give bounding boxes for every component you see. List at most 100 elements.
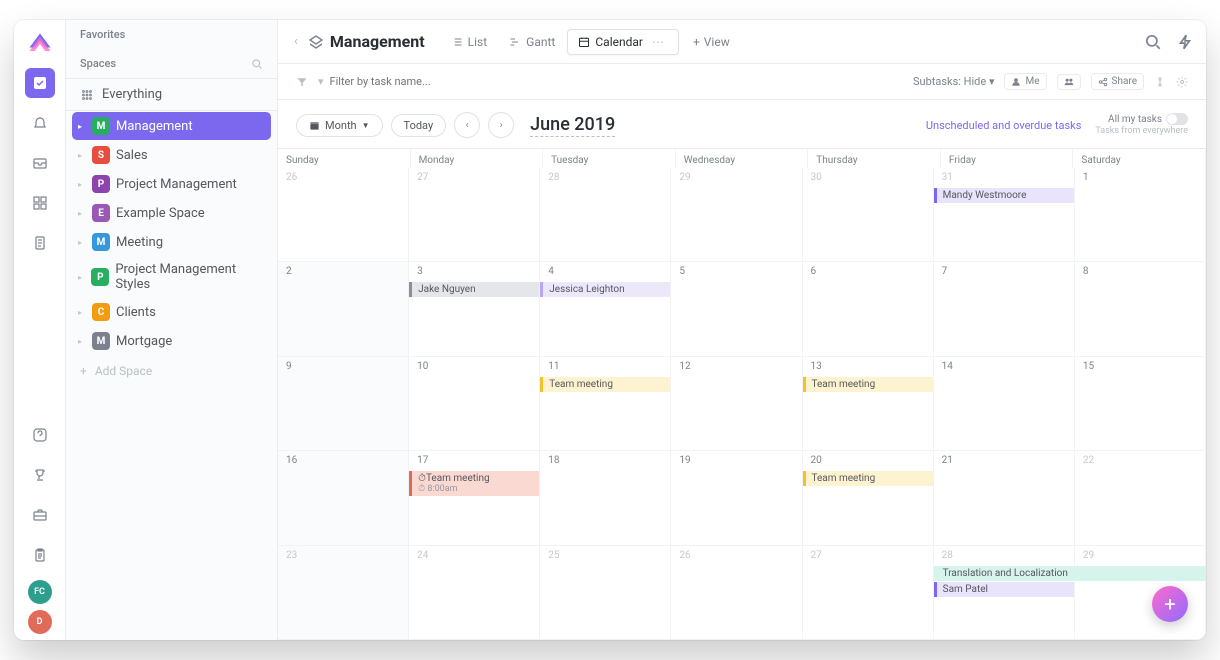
date-number: 3 [409, 266, 539, 281]
assignee-filter[interactable] [1057, 74, 1081, 90]
sidebar-item-mortgage[interactable]: ▸ M Mortgage [72, 327, 271, 355]
calendar-cell[interactable]: 20Team meeting [803, 451, 934, 545]
rail-apps-button[interactable] [25, 188, 55, 218]
calendar-cell[interactable]: 27 [803, 546, 934, 640]
more-options[interactable] [1154, 76, 1166, 88]
rail-clipboard-button[interactable] [25, 540, 55, 570]
calendar-cell[interactable]: 28 [540, 168, 671, 262]
rail-trophy-button[interactable] [25, 460, 55, 490]
rail-inbox-button[interactable] [25, 148, 55, 178]
calendar-cell[interactable]: 19 [671, 451, 802, 545]
calendar-cell[interactable]: 11Team meeting [540, 357, 671, 451]
calendar-event[interactable]: Sam Patel [934, 582, 1074, 597]
calendar-title[interactable]: June 2019 [530, 114, 615, 137]
date-number: 19 [671, 455, 801, 470]
calendar-cell[interactable]: 23 [278, 546, 409, 640]
tab-list[interactable]: List [441, 29, 498, 55]
calendar-cell[interactable]: 26 [278, 168, 409, 262]
tab-menu[interactable]: ⋯ [648, 35, 668, 49]
calendar-cell[interactable]: 26 [671, 546, 802, 640]
calendar-event[interactable]: Team meeting [540, 377, 670, 392]
tab-gantt[interactable]: Gantt [499, 29, 565, 55]
calendar-cell[interactable]: 14 [934, 357, 1075, 451]
next-button[interactable]: › [488, 112, 514, 138]
calendar-cell[interactable]: 18 [540, 451, 671, 545]
collapse-sidebar-button[interactable]: ‹ [290, 30, 302, 53]
subtasks-filter[interactable]: Subtasks: Hide ▾ [913, 75, 995, 88]
rail-toolbox-button[interactable] [25, 500, 55, 530]
gear-icon[interactable] [1176, 76, 1188, 88]
favorites-header[interactable]: Favorites [66, 20, 277, 49]
calendar-cell[interactable]: 16 [278, 451, 409, 545]
calendar-cell[interactable]: 5 [671, 262, 802, 356]
user-avatar[interactable]: D [28, 610, 52, 634]
calendar-event[interactable]: Jake Nguyen [409, 282, 539, 297]
sidebar-item-sales[interactable]: ▸ S Sales [72, 141, 271, 169]
calendar-cell[interactable]: 15 [1075, 357, 1206, 451]
search-icon[interactable] [251, 58, 263, 70]
date-number: 24 [409, 550, 539, 565]
calendar-cell[interactable]: 22 [1075, 451, 1206, 545]
calendar-cell[interactable]: 28Translation and LocalizationSam Patel [934, 546, 1075, 640]
all-my-tasks-toggle[interactable]: All my tasks Tasks from everywhere [1095, 113, 1188, 138]
range-selector[interactable]: Month ▼ [296, 114, 383, 137]
calendar-cell[interactable]: 31Mandy Westmoore [934, 168, 1075, 262]
calendar-event[interactable]: Mandy Westmoore [934, 188, 1074, 203]
calendar-event[interactable]: Team meeting [803, 377, 933, 392]
calendar-cell[interactable]: 30 [803, 168, 934, 262]
unscheduled-link[interactable]: Unscheduled and overdue tasks [926, 119, 1081, 132]
app-logo[interactable] [26, 30, 54, 58]
calendar-event[interactable]: Translation and Localization [934, 566, 1206, 581]
add-view-button[interactable]: + View [693, 35, 730, 49]
sidebar-item-project-management-styles[interactable]: ▸ P Project Management Styles [72, 257, 271, 297]
calendar-cell[interactable]: 7 [934, 262, 1075, 356]
new-task-fab[interactable]: + [1152, 586, 1188, 622]
rail-docs-button[interactable] [25, 228, 55, 258]
calendar-cell[interactable]: 17⏱Team meeting⏱ 8:00am [409, 451, 540, 545]
calendar-cell[interactable]: 9 [278, 357, 409, 451]
calendar-cell[interactable]: 2 [278, 262, 409, 356]
calendar-event[interactable]: Team meeting [803, 471, 933, 486]
share-button[interactable]: Share [1091, 73, 1144, 90]
date-number: 27 [409, 172, 539, 187]
calendar-cell[interactable]: 4Jessica Leighton [540, 262, 671, 356]
calendar-cell[interactable]: 13Team meeting [803, 357, 934, 451]
calendar-cell[interactable]: 25 [540, 546, 671, 640]
rail-notifications-button[interactable] [25, 108, 55, 138]
calendar-cell[interactable]: 24 [409, 546, 540, 640]
everything-item[interactable]: Everything [66, 79, 277, 111]
add-space-button[interactable]: + Add Space [66, 356, 277, 386]
clock-icon: ⏱ [418, 473, 426, 484]
rail-help-button[interactable] [25, 420, 55, 450]
calendar-cell[interactable]: 1 [1075, 168, 1206, 262]
automation-icon[interactable] [1176, 33, 1194, 51]
sidebar-item-meeting[interactable]: ▸ M Meeting [72, 228, 271, 256]
calendar-cell[interactable]: 10 [409, 357, 540, 451]
user-avatar[interactable]: FC [28, 580, 52, 604]
calendar-cell[interactable]: 12 [671, 357, 802, 451]
calendar-grid: SundayMondayTuesdayWednesdayThursdayFrid… [278, 148, 1206, 640]
tab-calendar[interactable]: Calendar⋯ [567, 29, 679, 55]
sidebar-item-project-management[interactable]: ▸ P Project Management [72, 170, 271, 198]
calendar-cell[interactable]: 29 [671, 168, 802, 262]
calendar-cell[interactable]: 8 [1075, 262, 1206, 356]
calendar-icon [578, 36, 590, 48]
calendar-cell[interactable]: 6 [803, 262, 934, 356]
rail-home-button[interactable] [25, 68, 55, 98]
calendar-cell[interactable]: 21 [934, 451, 1075, 545]
sidebar-item-clients[interactable]: ▸ C Clients [72, 298, 271, 326]
search-icon[interactable] [1144, 33, 1162, 51]
prev-button[interactable]: ‹ [454, 112, 480, 138]
today-button[interactable]: Today [391, 114, 447, 137]
sidebar-item-management[interactable]: ▸ M Management [72, 112, 271, 140]
calendar-event[interactable]: Jessica Leighton [540, 282, 670, 297]
filter-input[interactable] [330, 75, 490, 88]
me-filter[interactable]: Me [1004, 73, 1046, 90]
filter-icon[interactable] [296, 76, 308, 88]
sidebar-item-example-space[interactable]: ▸ E Example Space [72, 199, 271, 227]
calendar-cell[interactable]: 29 [1075, 546, 1206, 640]
calendar-cell[interactable]: 27 [409, 168, 540, 262]
calendar-event[interactable]: ⏱Team meeting⏱ 8:00am [409, 471, 539, 496]
calendar-cell[interactable]: 3Jake Nguyen [409, 262, 540, 356]
breadcrumb[interactable]: Management [308, 32, 435, 51]
